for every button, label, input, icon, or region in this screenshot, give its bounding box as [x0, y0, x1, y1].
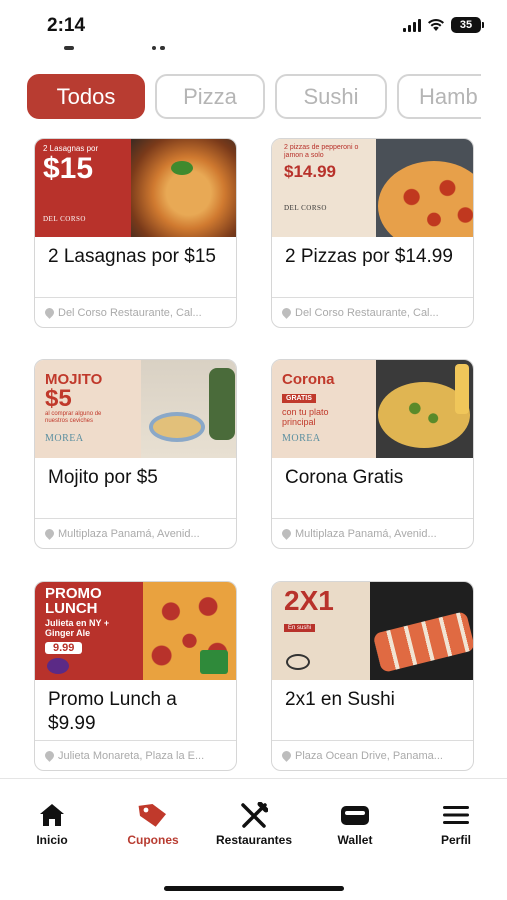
nav-item-wallet[interactable]: Wallet [300, 801, 410, 847]
coupon-title: 2x1 en Sushi [285, 689, 395, 710]
coupon-title: 2 Pizzas por $14.99 [285, 246, 453, 267]
nav-item-cupones[interactable]: Cupones [98, 801, 208, 847]
image-headline: Corona [282, 371, 335, 388]
coupon-image: Corona GRATIS con tu plato principal MOR… [272, 360, 473, 458]
nav-item-inicio[interactable]: Inicio [0, 801, 107, 847]
nav-label: Inicio [36, 833, 68, 847]
location-pin-icon [43, 306, 56, 319]
category-chip-todos[interactable]: Todos [27, 74, 145, 119]
coupon-image: 2 pizzas de pepperoni o jamon a solo $14… [272, 139, 473, 237]
bottom-navigation: Inicio Cupones Restaurantes Wallet Perfi… [0, 778, 507, 900]
brand-logo: MOREA [45, 433, 84, 444]
coupon-title: Promo Lunch a $9.99 [48, 689, 177, 734]
nav-label: Restaurantes [215, 833, 293, 847]
nav-label: Wallet [337, 833, 373, 847]
coupon-tag-icon [138, 801, 168, 829]
coupon-title: 2 Lasagnas por $15 [48, 246, 216, 267]
coupon-location-row: Del Corso Restaurante, Cal... [35, 297, 236, 327]
coupon-card[interactable]: 2 Lasagnas por $15 DEL CORSO 2 Lasagnas … [34, 138, 237, 328]
coupon-image: MOJITO $5 al comprar alguno de nuestros … [35, 360, 236, 458]
category-filter-bar[interactable]: Todos Pizza Sushi Hamb [27, 74, 481, 120]
coupon-location: Plaza Ocean Drive, Panama... [295, 749, 443, 762]
menu-icon [442, 801, 470, 829]
home-indicator[interactable] [164, 886, 344, 891]
image-promo-text: con tu plato principal [282, 407, 329, 427]
brand-logo [47, 658, 69, 674]
coupon-image: PROMO LUNCH Julieta en NY + Ginger Ale 9… [35, 582, 236, 680]
location-pin-icon [280, 527, 293, 540]
coupon-image: 2 Lasagnas por $15 DEL CORSO [35, 139, 236, 237]
coupon-location-row: Del Corso Restaurante, Cal... [272, 297, 473, 327]
coupon-card[interactable]: PROMO LUNCH Julieta en NY + Ginger Ale 9… [34, 581, 237, 771]
image-promo-text: Julieta en NY + Ginger Ale [45, 618, 110, 638]
coupon-location: Del Corso Restaurante, Cal... [58, 306, 202, 319]
image-promo-text: 2 pizzas de pepperoni o jamon a solo [284, 144, 359, 159]
location-pin-icon [43, 527, 56, 540]
nav-label: Perfil [440, 833, 471, 847]
coupon-location-row: Plaza Ocean Drive, Panama... [272, 740, 473, 770]
location-pin-icon [280, 306, 293, 319]
image-price: $5 [45, 385, 72, 412]
image-promo-text: al comprar alguno de nuestros ceviches [45, 411, 102, 424]
image-price: 9.99 [45, 642, 83, 654]
location-pin-icon [280, 749, 293, 762]
brand-logo: DEL CORSO [43, 215, 86, 223]
image-badge: En sushi [284, 624, 316, 632]
coupon-location-row: Multiplaza Panamá, Avenid... [35, 518, 236, 548]
image-price: $15 [43, 152, 94, 185]
fork-knife-icon [240, 801, 268, 829]
location-pin-icon [43, 749, 56, 762]
coupon-title: Corona Gratis [285, 467, 404, 488]
brand-logo: DEL CORSO [284, 204, 327, 212]
coupon-location-row: Multiplaza Panamá, Avenid... [272, 518, 473, 548]
wifi-icon [428, 19, 444, 31]
image-price: $14.99 [284, 162, 336, 181]
coupon-title: Mojito por $5 [48, 467, 158, 488]
scrolled-content-peek [50, 38, 190, 52]
category-chip-hamburguesas[interactable]: Hamb [397, 74, 481, 119]
coupon-card[interactable]: MOJITO $5 al comprar alguno de nuestros … [34, 359, 237, 549]
battery-icon: 35 [451, 17, 484, 33]
wallet-icon [340, 801, 370, 829]
category-chip-sushi[interactable]: Sushi [275, 74, 387, 119]
brand-logo: MOREA [282, 433, 321, 444]
coupon-card[interactable]: 2 pizzas de pepperoni o jamon a solo $14… [271, 138, 474, 328]
image-headline: PROMO LUNCH [45, 585, 102, 617]
coupon-location: Multiplaza Panamá, Avenid... [295, 527, 437, 540]
nav-item-perfil[interactable]: Perfil [401, 801, 507, 847]
home-icon [39, 801, 65, 829]
image-headline: 2X1 [284, 585, 334, 616]
status-time: 2:14 [47, 15, 86, 36]
image-badge: GRATIS [282, 394, 316, 403]
brand-logo [286, 654, 310, 670]
coupon-card[interactable]: 2X1 En sushi 2x1 en Sushi Plaza Ocean Dr… [271, 581, 474, 771]
status-icons: 35 [403, 17, 484, 33]
nav-item-restaurantes[interactable]: Restaurantes [199, 801, 309, 847]
coupon-image: 2X1 En sushi [272, 582, 473, 680]
category-chip-pizza[interactable]: Pizza [155, 74, 265, 119]
coupon-card[interactable]: Corona GRATIS con tu plato principal MOR… [271, 359, 474, 549]
coupon-location: Del Corso Restaurante, Cal... [295, 306, 439, 319]
nav-label: Cupones [127, 833, 179, 847]
cellular-signal-icon [403, 18, 421, 32]
coupon-location: Julieta Monareta, Plaza la E... [58, 749, 205, 762]
coupon-location-row: Julieta Monareta, Plaza la E... [35, 740, 236, 770]
coupon-location: Multiplaza Panamá, Avenid... [58, 527, 200, 540]
